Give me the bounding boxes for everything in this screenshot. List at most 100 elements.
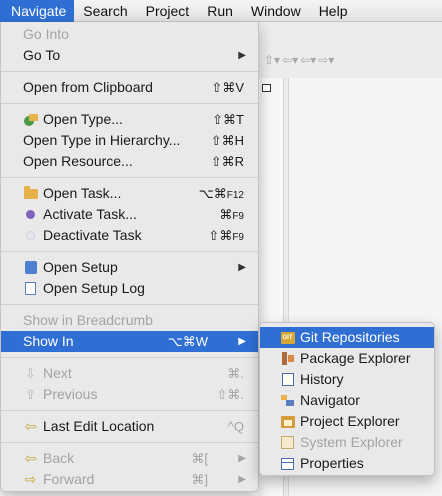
submenu-item-label: Project Explorer — [300, 413, 400, 429]
next-annotation-icon: ⇩ — [25, 366, 36, 381]
menu-search[interactable]: Search — [74, 0, 136, 22]
menu-item-previous[interactable]: ⇧ Previous ⇧⌘. — [1, 384, 258, 405]
submenu-arrow-icon: ▶ — [238, 453, 246, 464]
menu-separator — [1, 405, 258, 416]
menu-item-label: Open Type... — [43, 111, 123, 127]
menu-item-label: Open Setup Log — [43, 280, 145, 296]
menu-item-forward[interactable]: ⇨ Forward ⌘] ▶ — [1, 469, 258, 490]
submenu-item-label: Navigator — [300, 392, 360, 408]
navigate-menu: Go Into Go To ▶ Open from Clipboard ⇧⌘V … — [0, 22, 259, 492]
menu-item-label: Show in Breadcrumb — [23, 312, 153, 328]
submenu-arrow-icon: ▶ — [238, 262, 246, 273]
menu-separator — [1, 352, 258, 363]
menu-bar: Navigate Search Project Run Window Help — [0, 0, 442, 22]
menu-window[interactable]: Window — [242, 0, 310, 22]
open-setup-icon — [23, 260, 38, 275]
back-arrow-icon: ⇦ — [24, 450, 37, 466]
submenu-item-properties[interactable]: Properties — [260, 453, 434, 474]
menu-item-open-from-clipboard[interactable]: Open from Clipboard ⇧⌘V — [1, 77, 258, 98]
menu-item-label: Previous — [43, 386, 98, 402]
menu-item-go-into[interactable]: Go Into — [1, 24, 258, 45]
menu-item-shortcut: ⇧⌘T — [212, 112, 244, 127]
menu-item-label: Open from Clipboard — [23, 79, 153, 95]
menu-item-open-resource[interactable]: Open Resource... ⇧⌘R — [1, 151, 258, 172]
menu-item-activate-task[interactable]: Activate Task... ⌘F9 — [1, 204, 258, 225]
submenu-item-label: Properties — [300, 455, 364, 471]
menu-item-open-setup-log[interactable]: Open Setup Log — [1, 278, 258, 299]
properties-icon — [280, 456, 295, 471]
menu-item-shortcut: ⇧⌘. — [216, 387, 244, 402]
package-explorer-icon — [280, 351, 295, 366]
menu-item-label: Deactivate Task — [43, 227, 142, 243]
submenu-item-history[interactable]: History — [260, 369, 434, 390]
deactivate-task-icon — [23, 228, 38, 243]
menu-navigate[interactable]: Navigate — [0, 0, 75, 22]
setup-log-icon — [23, 281, 38, 296]
menu-item-label: Open Type in Hierarchy... — [23, 132, 181, 148]
menu-item-label: Open Task... — [43, 185, 122, 201]
menu-item-shortcut: ⌥⌘F12 — [198, 186, 244, 201]
submenu-item-navigator[interactable]: Navigator — [260, 390, 434, 411]
activate-task-icon — [23, 207, 38, 222]
menu-item-open-type[interactable]: Open Type... ⇧⌘T — [1, 109, 258, 130]
open-type-icon — [23, 112, 38, 127]
menu-item-shortcut: ⇧⌘V — [211, 80, 244, 95]
maximize-icon[interactable] — [262, 84, 271, 92]
forward-nav-icon[interactable]: ⇨▾ — [318, 53, 334, 67]
menu-project[interactable]: Project — [137, 0, 199, 22]
menu-item-label: Go Into — [23, 26, 69, 42]
menu-item-open-type-in-hierarchy[interactable]: Open Type in Hierarchy... ⇧⌘H — [1, 130, 258, 151]
menu-item-back[interactable]: ⇦ Back ⌘[ ▶ — [1, 448, 258, 469]
menu-item-label: Back — [43, 450, 75, 466]
menu-separator — [1, 299, 258, 310]
menu-item-last-edit-location[interactable]: ⇦ Last Edit Location ^Q — [1, 416, 258, 437]
menu-separator — [1, 98, 258, 109]
submenu-item-package-explorer[interactable]: Package Explorer — [260, 348, 434, 369]
menu-item-label: Next — [43, 365, 72, 381]
menu-separator — [1, 246, 258, 257]
menu-item-shortcut: ⌥⌘W — [167, 334, 208, 349]
menu-item-shortcut: ⇧⌘F9 — [208, 228, 244, 243]
menu-run[interactable]: Run — [198, 0, 242, 22]
menu-item-shortcut: ⇧⌘R — [210, 154, 244, 169]
previous-nav-icon[interactable]: ⇦▾ — [300, 53, 316, 67]
menu-help[interactable]: Help — [310, 0, 357, 22]
submenu-item-label: System Explorer — [300, 434, 403, 450]
menu-item-shortcut: ⌘] — [191, 472, 208, 487]
menu-item-label: Show In — [23, 333, 74, 349]
menu-item-next[interactable]: ⇩ Next ⌘. — [1, 363, 258, 384]
pin-icon[interactable]: ⇧▾ — [264, 53, 280, 67]
menu-item-shortcut: ⌘. — [227, 366, 244, 381]
menu-item-go-to[interactable]: Go To ▶ — [1, 45, 258, 66]
menu-item-open-setup[interactable]: Open Setup ▶ — [1, 257, 258, 278]
menu-separator — [1, 66, 258, 77]
submenu-arrow-icon: ▶ — [238, 336, 246, 347]
menu-item-label: Forward — [43, 471, 95, 487]
menu-item-shortcut: ⌘[ — [191, 451, 208, 466]
menu-item-show-in-breadcrumb[interactable]: Show in Breadcrumb — [1, 310, 258, 331]
menu-item-label: Open Setup — [43, 259, 118, 275]
menu-item-shortcut: ⌘F9 — [219, 207, 244, 222]
menu-item-label: Activate Task... — [43, 206, 137, 222]
menu-item-label: Open Resource... — [23, 153, 133, 169]
back-nav-icon[interactable]: ⇦▾ — [282, 53, 298, 67]
submenu-item-label: Package Explorer — [300, 350, 411, 366]
menu-item-label: Last Edit Location — [43, 418, 155, 434]
history-icon — [280, 372, 295, 387]
show-in-submenu: GIT Git Repositories Package Explorer Hi… — [259, 322, 435, 476]
submenu-item-label: Git Repositories — [300, 329, 400, 345]
menu-item-shortcut: ^Q — [227, 419, 244, 434]
submenu-arrow-icon: ▶ — [238, 50, 246, 61]
submenu-item-project-explorer[interactable]: Project Explorer — [260, 411, 434, 432]
menu-item-deactivate-task[interactable]: Deactivate Task ⇧⌘F9 — [1, 225, 258, 246]
submenu-item-git-repositories[interactable]: GIT Git Repositories — [260, 327, 434, 348]
previous-annotation-icon: ⇧ — [25, 387, 36, 402]
submenu-item-system-explorer[interactable]: System Explorer — [260, 432, 434, 453]
menu-item-show-in[interactable]: Show In ⌥⌘W ▶ — [1, 331, 258, 352]
project-explorer-icon — [280, 414, 295, 429]
git-repositories-icon: GIT — [280, 330, 295, 345]
menu-item-open-task[interactable]: Open Task... ⌥⌘F12 — [1, 183, 258, 204]
navigator-icon — [280, 393, 295, 408]
submenu-arrow-icon: ▶ — [238, 474, 246, 485]
menu-item-label: Go To — [23, 47, 61, 63]
